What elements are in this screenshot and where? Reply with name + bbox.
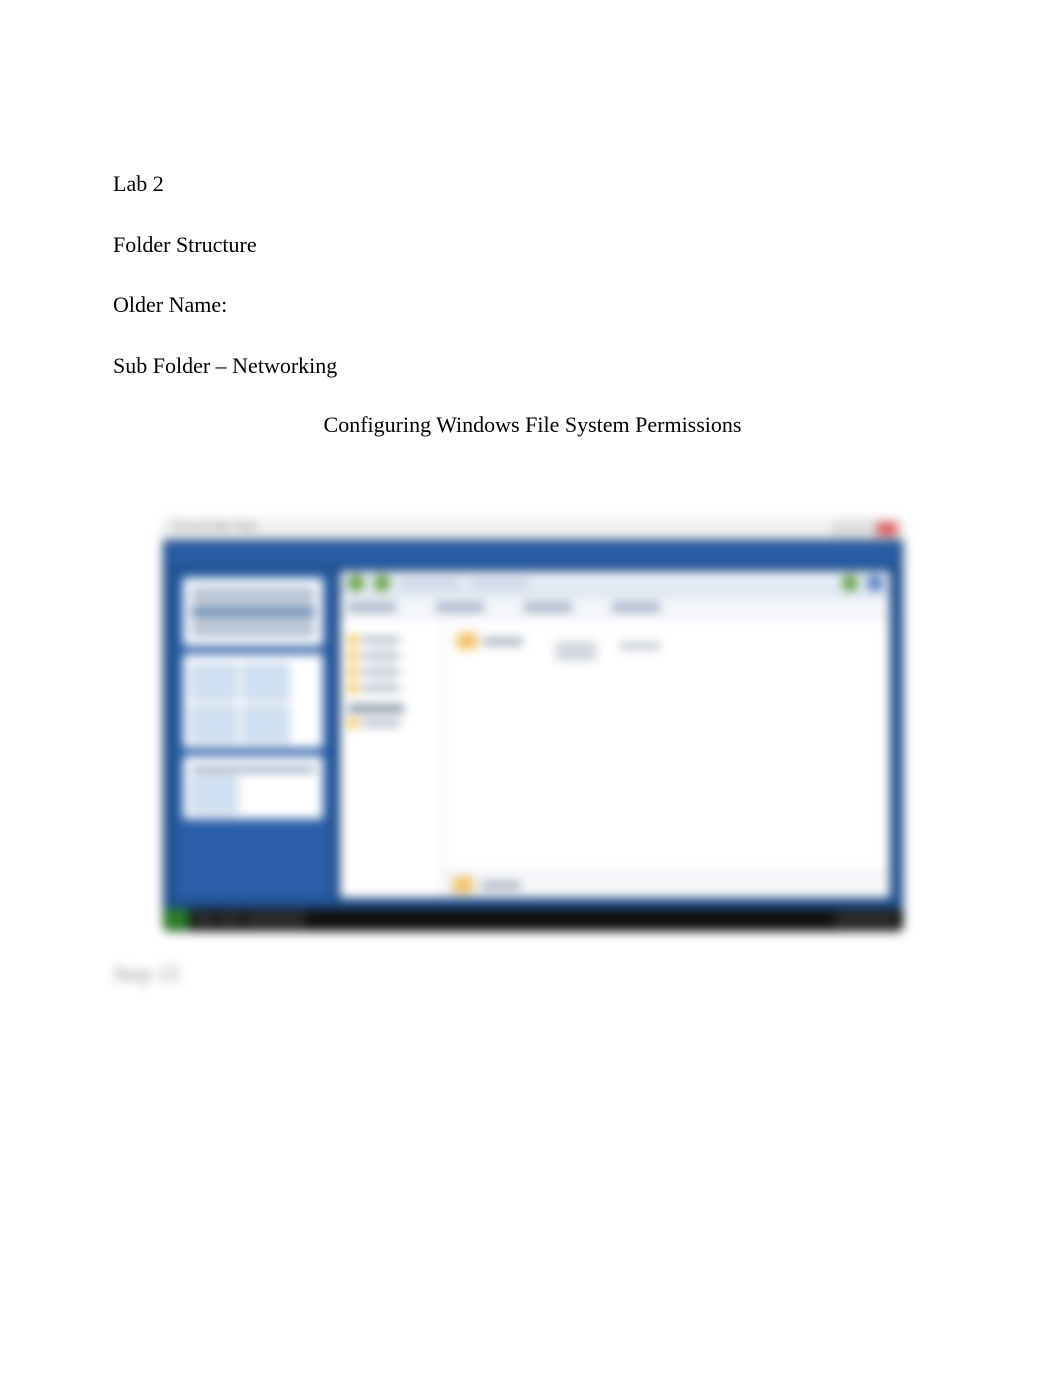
meta-text <box>555 653 597 659</box>
folder-icon <box>457 633 477 649</box>
tree-item[interactable] <box>348 667 434 677</box>
sidebar-item[interactable] <box>191 589 315 594</box>
window-controls <box>833 522 897 536</box>
text-lab: Lab 2 <box>113 170 952 199</box>
close-button[interactable] <box>877 522 897 536</box>
doc-heading: Configuring Windows File System Permissi… <box>113 412 952 438</box>
explorer-toolbar <box>340 571 890 596</box>
folder-icon <box>348 667 358 677</box>
file-item[interactable] <box>457 633 523 649</box>
window-title: File and Folder Tasks <box>173 521 258 531</box>
tree-label <box>362 720 400 726</box>
text-folder-structure: Folder Structure <box>113 231 952 260</box>
vm-toolbar <box>169 546 897 564</box>
tree-item[interactable] <box>348 683 434 693</box>
taskbar-item[interactable] <box>193 912 215 928</box>
sidebar-group <box>183 578 323 646</box>
sidebar-thumb[interactable] <box>191 777 237 813</box>
tree-label <box>362 669 400 675</box>
status-text <box>481 882 521 889</box>
maximize-button[interactable] <box>855 522 875 536</box>
tree-item[interactable] <box>348 651 434 661</box>
addr-segment <box>436 603 484 611</box>
sidebar-thumb[interactable] <box>243 664 289 700</box>
views-button[interactable] <box>868 576 882 590</box>
toolbar-label <box>470 578 530 588</box>
sidebar-item[interactable] <box>191 599 315 604</box>
meta-text <box>619 643 661 649</box>
file-meta <box>555 643 597 659</box>
taskbar-item[interactable] <box>219 912 241 928</box>
text-older-name: Older Name: <box>113 291 952 320</box>
taskbar-tray[interactable] <box>835 912 895 928</box>
tree-header <box>348 705 404 712</box>
tasks-sidebar <box>175 570 331 899</box>
folder-icon <box>348 718 358 728</box>
tree-label <box>362 653 400 659</box>
sidebar-group <box>183 654 323 748</box>
toolbar-label <box>400 578 460 588</box>
folder-icon <box>348 683 358 693</box>
tree-label <box>362 685 400 691</box>
sidebar-item[interactable] <box>191 620 315 625</box>
address-bar[interactable] <box>340 596 890 619</box>
forward-button[interactable] <box>374 575 390 591</box>
tree-item[interactable] <box>348 635 434 645</box>
sidebar-item-selected[interactable] <box>191 609 315 615</box>
desktop-area <box>163 540 903 909</box>
file-pane[interactable] <box>443 619 890 898</box>
tree-item[interactable] <box>348 718 434 728</box>
sidebar-item[interactable] <box>191 630 315 635</box>
sidebar-thumb[interactable] <box>243 706 289 742</box>
text-subfolder: Sub Folder – Networking <box>113 352 952 381</box>
explorer-window <box>339 570 891 899</box>
tree-label <box>362 637 400 643</box>
window-titlebar: File and Folder Tasks <box>163 518 903 541</box>
explorer-body <box>340 619 890 898</box>
folder-icon <box>453 877 473 893</box>
folder-tree[interactable] <box>340 619 443 898</box>
document-page: Lab 2 Folder Structure Older Name: Sub F… <box>0 0 1062 1377</box>
addr-segment <box>524 603 572 611</box>
meta-text <box>555 643 597 649</box>
go-button[interactable] <box>842 575 858 591</box>
addr-segment <box>612 603 660 611</box>
sidebar-thumb[interactable] <box>191 664 237 700</box>
sidebar-thumb[interactable] <box>191 706 237 742</box>
status-bar <box>443 871 890 898</box>
step-label: Step 15 <box>113 961 952 987</box>
folder-icon <box>348 651 358 661</box>
sidebar-group <box>183 756 323 819</box>
file-meta <box>619 643 661 649</box>
folder-icon <box>348 635 358 645</box>
back-button[interactable] <box>348 575 364 591</box>
addr-segment <box>348 603 396 611</box>
sidebar-item[interactable] <box>191 767 315 772</box>
file-label <box>483 638 523 645</box>
start-button[interactable] <box>163 909 189 931</box>
minimize-button[interactable] <box>833 522 853 536</box>
embedded-screenshot: File and Folder Tasks <box>163 518 903 931</box>
taskbar-item[interactable] <box>245 912 305 928</box>
taskbar[interactable] <box>163 909 903 931</box>
